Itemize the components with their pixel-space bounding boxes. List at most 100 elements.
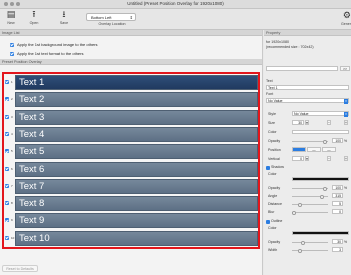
overlay-row[interactable]: 3 Text 3	[4, 109, 258, 126]
overlay-checkbox[interactable]	[5, 149, 9, 154]
overlay-preview[interactable]: Text 4	[15, 126, 258, 142]
position-center-button[interactable]: —	[307, 147, 321, 152]
shadow-opacity-label: Opacity	[268, 186, 281, 190]
outline-color-swatch[interactable]	[292, 231, 349, 235]
shadow-checkbox[interactable]	[266, 166, 270, 170]
overlay-checkbox[interactable]	[5, 235, 9, 240]
opacity-input[interactable]: 100	[332, 138, 343, 143]
font-select[interactable]: No Value ▾	[266, 98, 349, 104]
overlay-preview[interactable]: Text 8	[15, 196, 258, 212]
shadow-opacity-input[interactable]: 100	[332, 185, 343, 190]
position-label: Position	[268, 148, 281, 152]
shadow-opacity-slider-knob[interactable]	[323, 186, 327, 191]
open-button[interactable]: ⭱ Open	[24, 10, 44, 25]
shadow-opacity-unit: %	[344, 186, 348, 190]
overlay-number: 1	[11, 80, 13, 84]
position-right-button[interactable]: —	[322, 147, 336, 152]
width-slider[interactable]	[292, 248, 328, 253]
overlay-text: Text 9	[19, 215, 45, 227]
overlay-row[interactable]: 2 Text 2	[4, 91, 258, 108]
apply-background-checkbox[interactable]	[10, 42, 14, 47]
outline-checkbox[interactable]	[266, 220, 270, 224]
overlay-preview[interactable]: Text 10	[15, 230, 258, 246]
distance-input[interactable]: 5	[332, 201, 343, 206]
overlay-row[interactable]: 6 Text 6	[4, 161, 258, 178]
overlay-row[interactable]: 4 Text 4	[4, 126, 258, 143]
distance-slider-knob[interactable]	[298, 202, 302, 207]
overlay-preview[interactable]: Text 5	[15, 144, 258, 160]
overlay-row[interactable]: 5 Text 5	[4, 143, 258, 160]
size-dropdown[interactable]: ▾	[305, 120, 309, 125]
outline-opacity-slider[interactable]	[292, 240, 328, 245]
font-value: No Value	[268, 99, 283, 103]
next-button[interactable]: >>	[340, 66, 350, 71]
size-increase-button[interactable]: +	[344, 120, 348, 125]
apply-text-format-checkbox[interactable]	[10, 51, 14, 56]
preset-name-field[interactable]	[266, 66, 338, 71]
outline-color-label: Color	[268, 226, 277, 230]
overlay-location-select[interactable]: Bottom Left ⇕	[86, 13, 136, 21]
overlay-checkbox[interactable]	[5, 131, 9, 136]
overlay-preview[interactable]: Text 3	[15, 109, 258, 125]
new-button[interactable]: ▤ New	[1, 10, 21, 25]
overlay-checkbox[interactable]	[5, 166, 9, 171]
general-button[interactable]: ⚙ Gener	[337, 10, 351, 26]
angle-slider[interactable]	[292, 194, 328, 199]
reset-to-defaults-button[interactable]: Reset to Defaults	[2, 265, 38, 272]
overlay-preview[interactable]: Text 2	[15, 92, 258, 108]
vertical-decrease-button[interactable]: −	[327, 156, 331, 161]
shadow-opacity-slider[interactable]	[292, 186, 328, 191]
outline-opacity-slider-knob[interactable]	[301, 240, 305, 245]
apply-text-format-option[interactable]: Apply the 1st text format to the others	[0, 49, 262, 58]
chevron-down-icon: ▾	[344, 98, 348, 104]
blur-slider-knob[interactable]	[292, 210, 296, 215]
overlay-row[interactable]: 10 Text 10	[4, 230, 258, 247]
overlay-row[interactable]: 7 Text 7	[4, 178, 258, 195]
overlay-preview[interactable]: Text 9	[15, 213, 258, 229]
text-color-swatch[interactable]	[292, 130, 349, 134]
overlay-row[interactable]: 9 Text 9	[4, 212, 258, 229]
width-slider-knob[interactable]	[298, 248, 302, 253]
style-label: Style	[268, 112, 276, 116]
overlay-preview[interactable]: Text 1	[15, 75, 258, 90]
new-document-icon: ▤	[6, 10, 16, 20]
shadow-label: Shadow	[271, 165, 284, 169]
blur-slider[interactable]	[292, 210, 328, 215]
overlay-checkbox[interactable]	[5, 218, 9, 223]
overlay-preview[interactable]: Text 6	[15, 161, 258, 177]
gear-icon: ⚙	[342, 10, 351, 20]
opacity-slider-knob[interactable]	[323, 139, 327, 144]
vertical-increase-button[interactable]: +	[344, 156, 348, 161]
size-decrease-button[interactable]: −	[327, 120, 331, 125]
size-input[interactable]: 30	[292, 120, 304, 125]
angle-input[interactable]: 315	[332, 193, 343, 198]
angle-slider-knob[interactable]	[320, 194, 324, 199]
save-button[interactable]: ⭳ Save	[54, 10, 74, 25]
toolbar: ▤ New ⭱ Open ⭳ Save Bottom Left ⇕ Overla…	[0, 9, 351, 30]
outline-opacity-input[interactable]: 30	[332, 239, 343, 244]
text-input[interactable]: Text 1	[266, 85, 349, 90]
width-input[interactable]: 3	[332, 247, 343, 252]
vertical-dropdown[interactable]: ▾	[305, 156, 309, 161]
text-section-label: Text	[266, 79, 273, 83]
overlay-checkbox[interactable]	[5, 97, 9, 102]
new-label: New	[7, 21, 15, 25]
apply-background-option[interactable]: Apply the 1st background image to the ot…	[0, 40, 262, 49]
distance-slider[interactable]	[292, 202, 328, 207]
vertical-input[interactable]: 0	[292, 156, 304, 161]
style-select[interactable]: No Value ▾	[292, 111, 349, 117]
overlay-row[interactable]: 8 Text 8	[4, 195, 258, 212]
outline-opacity-label: Opacity	[268, 240, 281, 244]
overlay-number: 10	[11, 235, 15, 240]
overlay-checkbox[interactable]	[5, 80, 9, 84]
window-title: Untitled (Preset Position Overlay for 19…	[127, 1, 224, 6]
overlay-preview[interactable]: Text 7	[15, 178, 258, 194]
overlay-checkbox[interactable]	[5, 114, 9, 119]
overlay-row[interactable]: 1 Text 1	[4, 74, 258, 91]
position-left-button[interactable]	[292, 147, 306, 152]
opacity-slider[interactable]	[292, 139, 328, 144]
overlay-checkbox[interactable]	[5, 201, 9, 206]
blur-input[interactable]: 0	[332, 209, 343, 214]
overlay-checkbox[interactable]	[5, 183, 9, 188]
shadow-color-swatch[interactable]	[292, 177, 349, 181]
